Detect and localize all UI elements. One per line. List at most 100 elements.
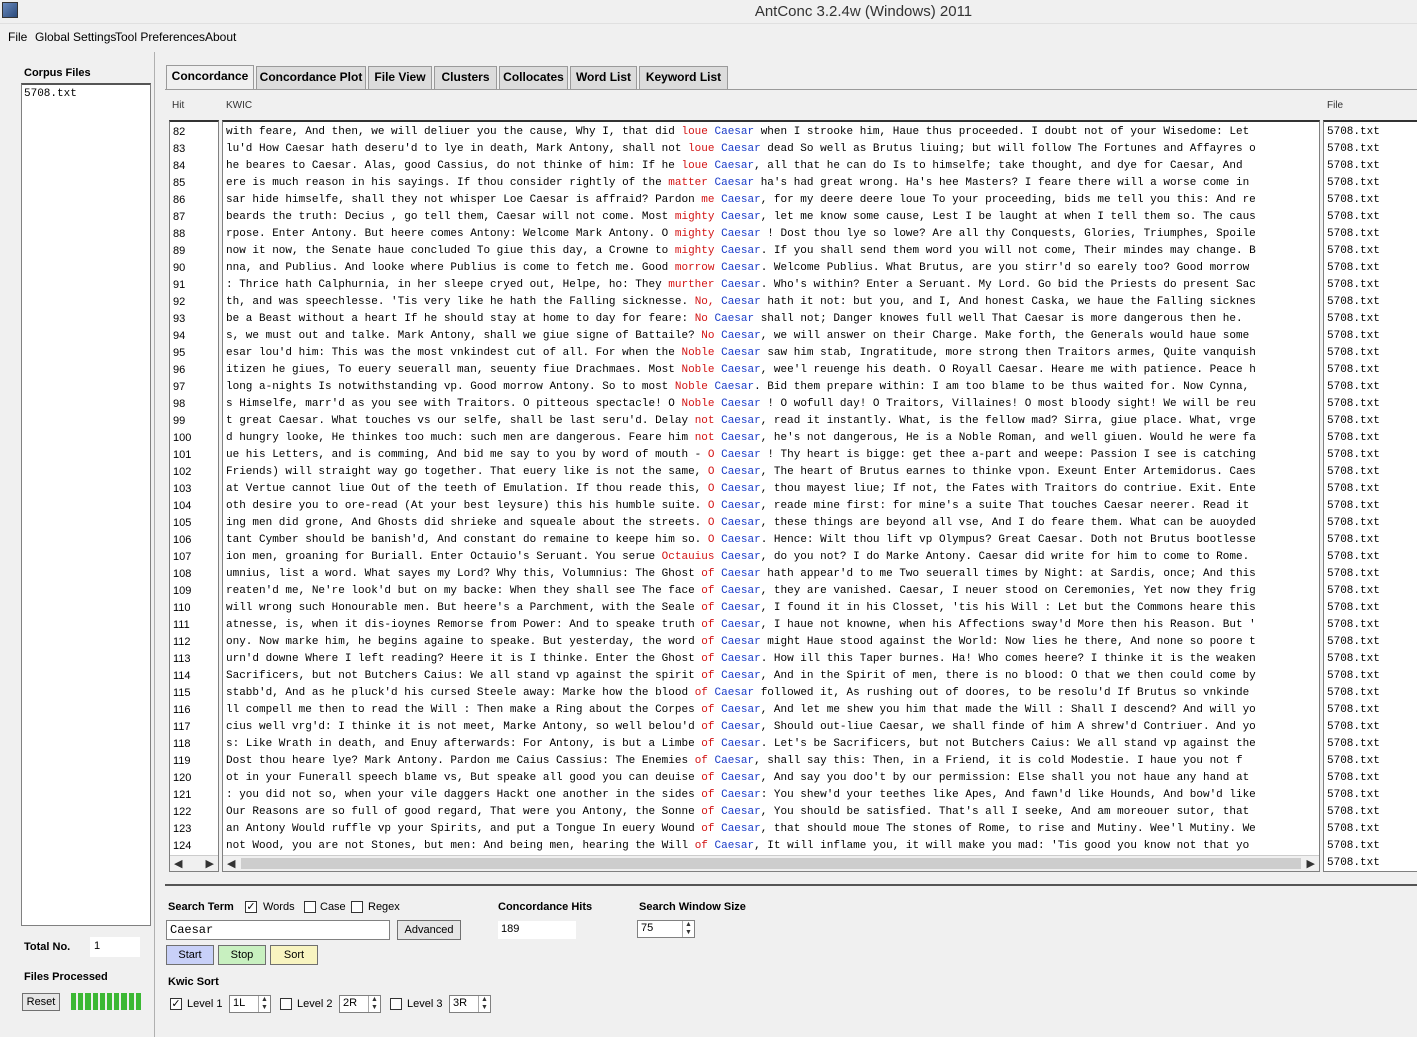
tab-word-list[interactable]: Word List bbox=[570, 66, 637, 89]
search-term-input[interactable]: Caesar bbox=[166, 920, 390, 940]
kwic-keyword[interactable]: Caesar bbox=[721, 347, 761, 359]
tab-concordance-plot[interactable]: Concordance Plot bbox=[256, 66, 366, 89]
menu-global-settings[interactable]: Global Settings bbox=[35, 30, 116, 44]
hit-number[interactable]: 100 bbox=[170, 430, 218, 447]
file-name[interactable]: 5708.txt bbox=[1324, 515, 1417, 532]
file-name[interactable]: 5708.txt bbox=[1324, 345, 1417, 362]
hit-number[interactable]: 105 bbox=[170, 515, 218, 532]
words-checkbox[interactable]: ✓ bbox=[245, 901, 257, 913]
kwic-keyword[interactable]: Caesar bbox=[721, 636, 761, 648]
kwic-keyword[interactable]: Caesar bbox=[721, 585, 761, 597]
kwic-line[interactable]: umnius, list a word. What sayes my Lord?… bbox=[223, 566, 1319, 583]
reset-button[interactable]: Reset bbox=[22, 993, 60, 1011]
hit-number[interactable]: 87 bbox=[170, 209, 218, 226]
kwic-line[interactable]: at Vertue cannot liue Out of the teeth o… bbox=[223, 481, 1319, 498]
kwic-line[interactable]: an Antony Would ruffle vp your Spirits, … bbox=[223, 821, 1319, 838]
file-name[interactable]: 5708.txt bbox=[1324, 311, 1417, 328]
hit-number[interactable]: 93 bbox=[170, 311, 218, 328]
hit-number[interactable]: 97 bbox=[170, 379, 218, 396]
menu-about[interactable]: About bbox=[205, 30, 236, 44]
kwic-line[interactable]: ing men did grone, And Ghosts did shriek… bbox=[223, 515, 1319, 532]
kwic-keyword[interactable]: Caesar bbox=[721, 211, 761, 223]
file-name[interactable]: 5708.txt bbox=[1324, 430, 1417, 447]
kwic-keyword[interactable]: Caesar bbox=[721, 279, 761, 291]
tab-clusters[interactable]: Clusters bbox=[434, 66, 497, 89]
hit-number[interactable]: 119 bbox=[170, 753, 218, 770]
kwic-keyword[interactable]: Caesar bbox=[721, 517, 761, 529]
hit-number[interactable]: 110 bbox=[170, 600, 218, 617]
sort-button[interactable]: Sort bbox=[270, 945, 318, 965]
kwic-line[interactable]: rpose. Enter Antony. But heere comes Ant… bbox=[223, 226, 1319, 243]
hit-number[interactable]: 102 bbox=[170, 464, 218, 481]
kwic-keyword[interactable]: Caesar bbox=[721, 534, 761, 546]
kwic-keyword[interactable]: Caesar bbox=[721, 806, 761, 818]
hit-number[interactable]: 103 bbox=[170, 481, 218, 498]
hit-number[interactable]: 104 bbox=[170, 498, 218, 515]
hit-number[interactable]: 88 bbox=[170, 226, 218, 243]
file-name[interactable]: 5708.txt bbox=[1324, 583, 1417, 600]
kwic-keyword[interactable]: Caesar bbox=[721, 483, 761, 495]
file-name[interactable]: 5708.txt bbox=[1324, 668, 1417, 685]
kwic-line[interactable]: ot in your Funerall speech blame vs, But… bbox=[223, 770, 1319, 787]
scrollbar-thumb[interactable] bbox=[241, 858, 1301, 869]
kwic-keyword[interactable]: Caesar bbox=[721, 143, 761, 155]
file-name[interactable]: 5708.txt bbox=[1324, 396, 1417, 413]
file-name[interactable]: 5708.txt bbox=[1324, 192, 1417, 209]
kwic-line[interactable]: lu'd How Caesar hath deseru'd to lye in … bbox=[223, 141, 1319, 158]
kwic-keyword[interactable]: Caesar bbox=[721, 670, 761, 682]
kwic-line[interactable]: itizen he giues, To euery seuerall man, … bbox=[223, 362, 1319, 379]
hit-number[interactable]: 108 bbox=[170, 566, 218, 583]
hit-number[interactable]: 112 bbox=[170, 634, 218, 651]
file-name[interactable]: 5708.txt bbox=[1324, 260, 1417, 277]
file-name[interactable]: 5708.txt bbox=[1324, 481, 1417, 498]
advanced-button[interactable]: Advanced bbox=[397, 920, 461, 940]
hit-number[interactable]: 85 bbox=[170, 175, 218, 192]
spinner-arrows-icon[interactable]: ▲ ▼ bbox=[258, 996, 270, 1012]
scroll-right-icon[interactable]: ▶ bbox=[206, 857, 214, 870]
hit-list[interactable]: 82 83 84 85 86 87 88 89 90 91 92 93 94 95 96 97 98 99 100 1… bbox=[169, 120, 219, 872]
kwic-line[interactable]: with feare, And then, we will deliuer yo… bbox=[223, 124, 1319, 141]
hit-number[interactable]: 94 bbox=[170, 328, 218, 345]
hit-number[interactable]: 122 bbox=[170, 804, 218, 821]
kwic-keyword[interactable]: Caesar bbox=[721, 500, 761, 512]
kwic-line[interactable]: s Himselfe, marr'd as you see with Trait… bbox=[223, 396, 1319, 413]
kwic-line[interactable]: cius well vrg'd: I thinke it is not meet… bbox=[223, 719, 1319, 736]
hit-number[interactable]: 114 bbox=[170, 668, 218, 685]
file-name[interactable]: 5708.txt bbox=[1324, 447, 1417, 464]
kwic-line[interactable]: reaten'd me, Ne're look'd but on my back… bbox=[223, 583, 1319, 600]
hit-number[interactable]: 116 bbox=[170, 702, 218, 719]
hit-number[interactable]: 96 bbox=[170, 362, 218, 379]
kwic-keyword[interactable]: Caesar bbox=[721, 228, 761, 240]
kwic-keyword[interactable]: Caesar bbox=[715, 840, 755, 852]
file-name[interactable]: 5708.txt bbox=[1324, 124, 1417, 141]
corpus-file-list[interactable]: 5708.txt bbox=[21, 83, 151, 926]
kwic-keyword[interactable]: Caesar bbox=[721, 432, 761, 444]
kwic-keyword[interactable]: Caesar bbox=[715, 313, 755, 325]
level2-checkbox[interactable] bbox=[280, 998, 292, 1010]
menu-tool-preferences[interactable]: Tool Preferences bbox=[115, 30, 205, 44]
scroll-right-icon[interactable]: ▶ bbox=[1307, 857, 1315, 870]
file-name[interactable]: 5708.txt bbox=[1324, 736, 1417, 753]
kwic-line[interactable]: th, and was speechlesse. 'Tis very like … bbox=[223, 294, 1319, 311]
file-name[interactable]: 5708.txt bbox=[1324, 702, 1417, 719]
hit-number[interactable]: 123 bbox=[170, 821, 218, 838]
file-name[interactable]: 5708.txt bbox=[1324, 685, 1417, 702]
file-name[interactable]: 5708.txt bbox=[1324, 362, 1417, 379]
kwic-keyword[interactable]: Caesar bbox=[721, 296, 761, 308]
kwic-list[interactable]: with feare, And then, we will deliuer yo… bbox=[222, 120, 1320, 872]
menu-file[interactable]: File bbox=[8, 30, 27, 44]
level1-spinner[interactable]: 1L ▲ ▼ bbox=[229, 995, 271, 1013]
file-name[interactable]: 5708.txt bbox=[1324, 532, 1417, 549]
file-name[interactable]: 5708.txt bbox=[1324, 804, 1417, 821]
hit-number[interactable]: 124 bbox=[170, 838, 218, 855]
level2-spinner[interactable]: 2R ▲ ▼ bbox=[339, 995, 381, 1013]
hit-number[interactable]: 83 bbox=[170, 141, 218, 158]
scroll-left-icon[interactable]: ◀ bbox=[174, 857, 182, 870]
hit-number[interactable]: 84 bbox=[170, 158, 218, 175]
level3-spinner[interactable]: 3R ▲ ▼ bbox=[449, 995, 491, 1013]
file-list[interactable]: 5708.txt 5708.txt 5708.txt 5708.txt 5708.txt… bbox=[1323, 120, 1417, 872]
file-name[interactable]: 5708.txt bbox=[1324, 498, 1417, 515]
kwic-line[interactable]: oth desire you to ore-read (At your best… bbox=[223, 498, 1319, 515]
hit-number[interactable]: 117 bbox=[170, 719, 218, 736]
kwic-keyword[interactable]: Caesar bbox=[721, 772, 761, 784]
